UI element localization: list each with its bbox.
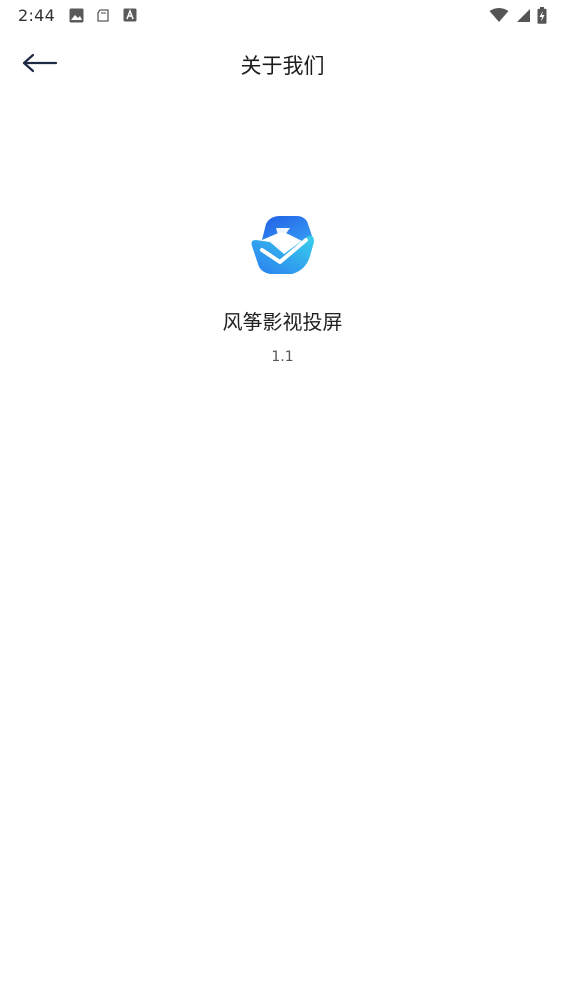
app-logo-icon: [248, 210, 318, 280]
app-bar: 关于我们: [0, 30, 565, 100]
app-name: 风筝影视投屏: [222, 310, 343, 334]
notification-shape-icon: [96, 8, 111, 23]
status-right-icons: [489, 6, 547, 24]
page-title: 关于我们: [240, 54, 325, 78]
status-bar: 2:44: [0, 0, 565, 30]
status-time: 2:44: [18, 5, 56, 25]
battery-charging-icon: [537, 6, 547, 24]
wifi-icon: [489, 7, 509, 23]
app-version: 1.1: [271, 349, 294, 365]
about-screen: 2:44 关于我们 风筝影视投屏 1.1: [0, 0, 565, 1004]
image-icon: [69, 8, 84, 23]
status-left-icons: [69, 8, 137, 23]
font-a-icon: [123, 8, 137, 22]
cell-signal-icon: [515, 8, 531, 23]
about-section: 风筝影视投屏 1.1: [0, 210, 565, 365]
